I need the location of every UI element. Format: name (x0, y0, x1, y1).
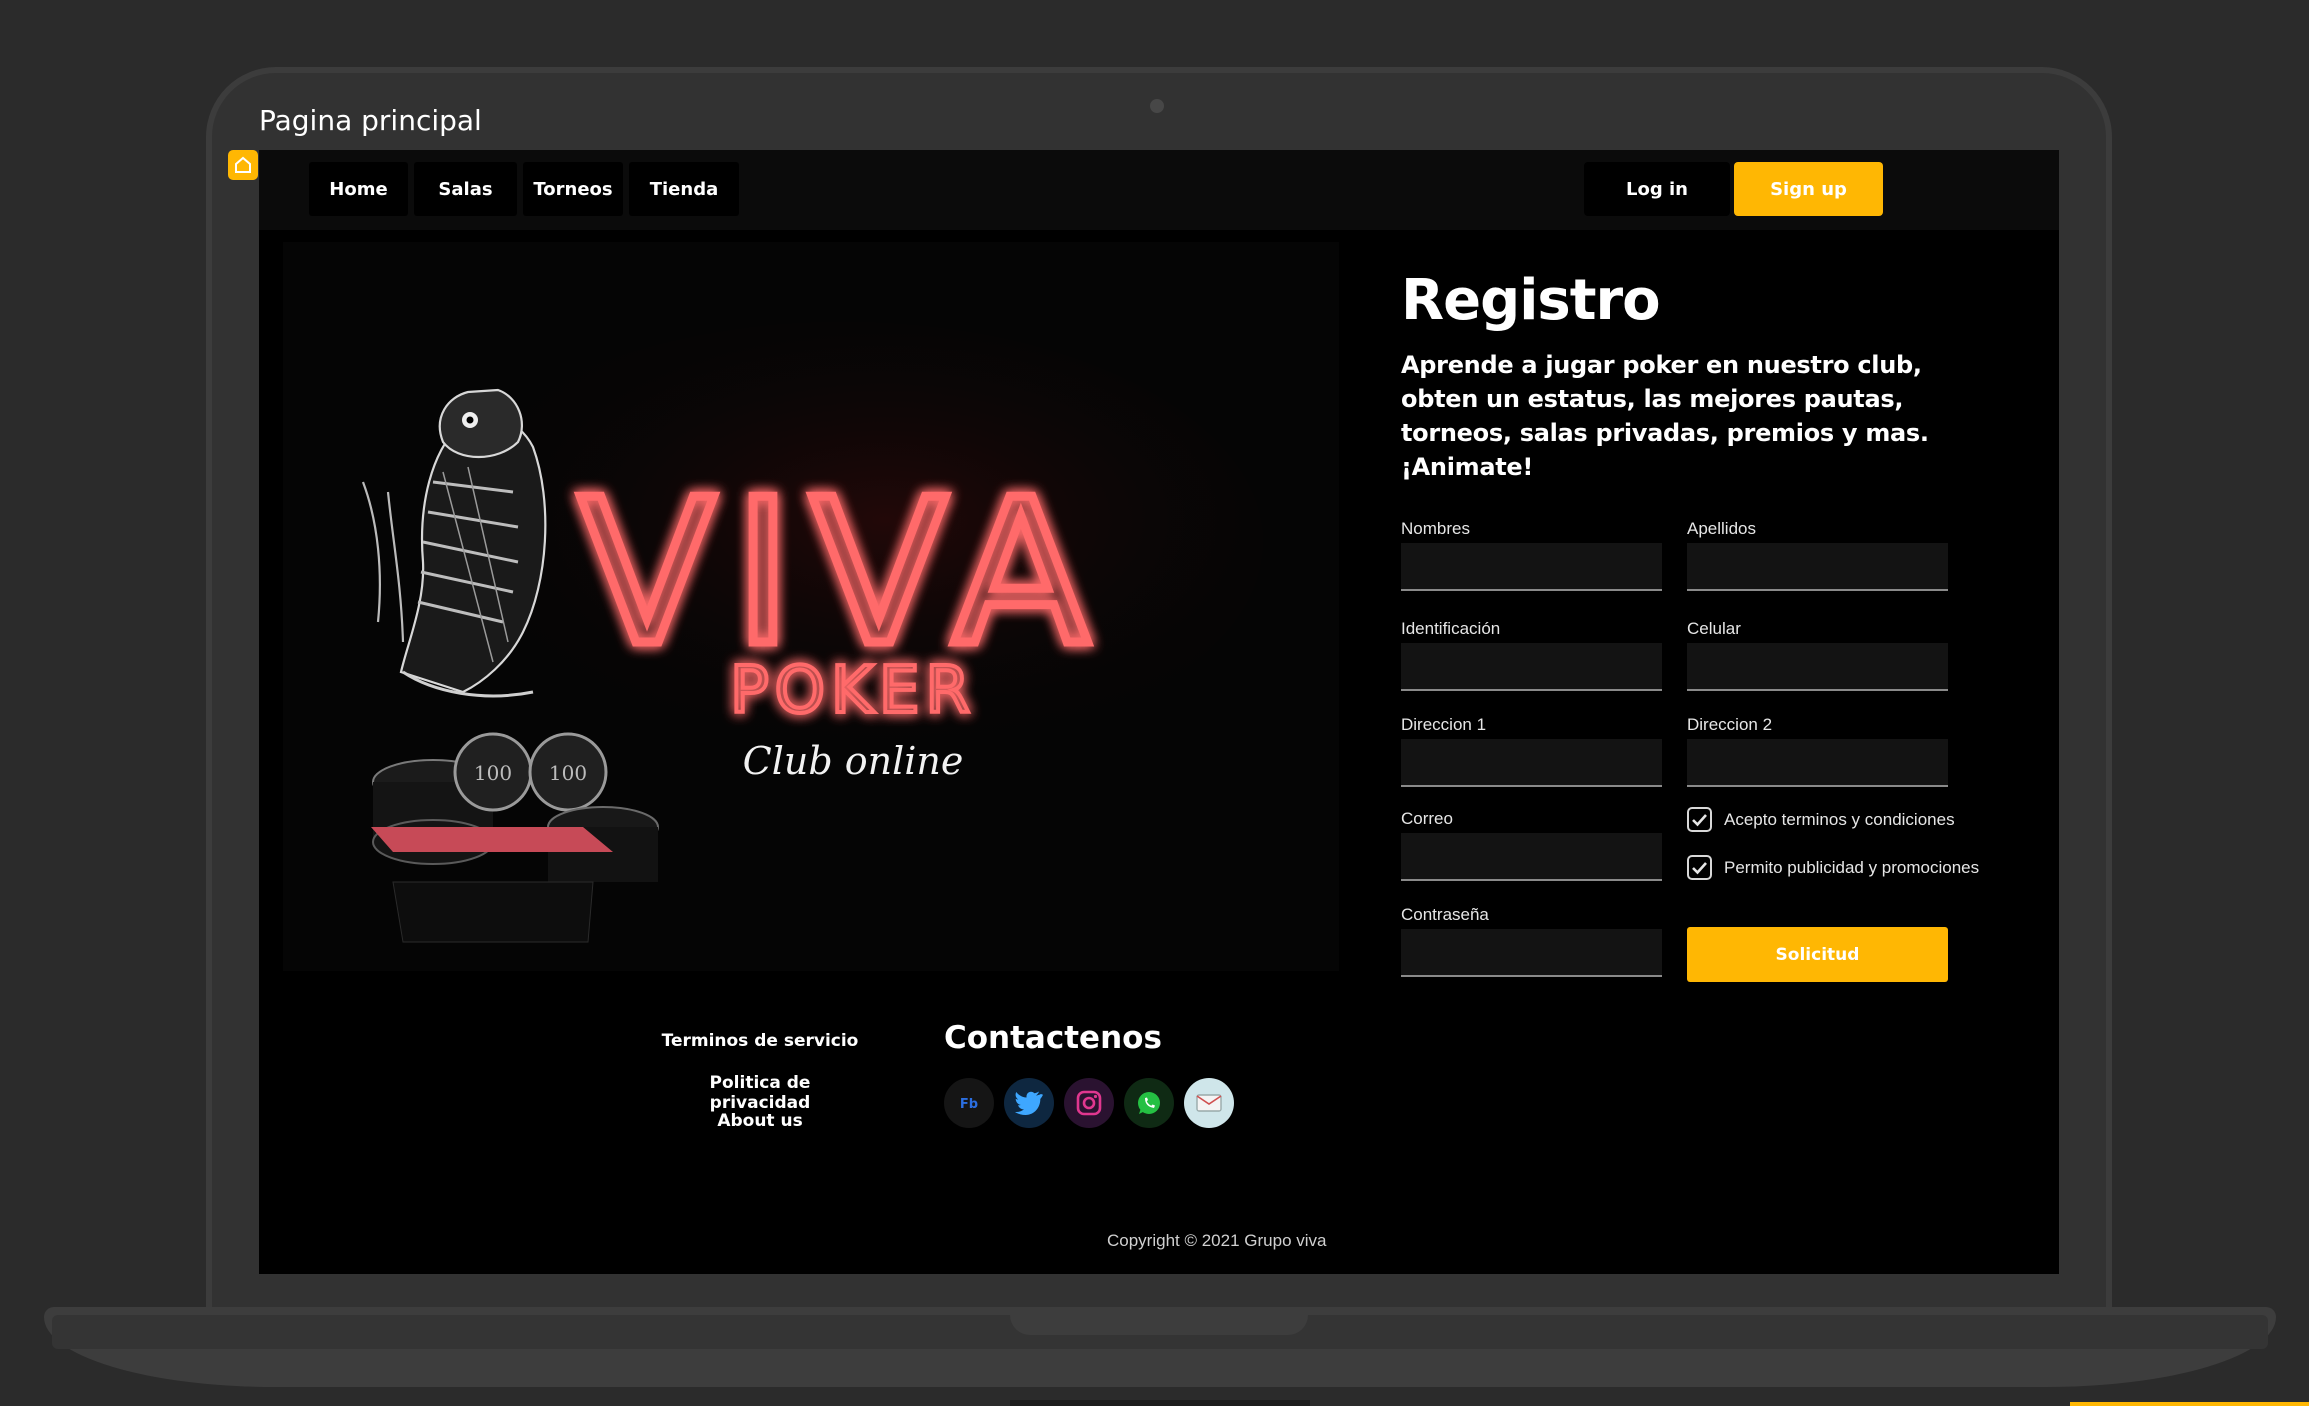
viva-poker-logo: 100 100 VIVA POKER Club online (283, 242, 1339, 971)
twitter-icon[interactable] (1004, 1078, 1054, 1128)
main-nav: Home Salas Torneos Tienda (309, 162, 739, 216)
terminos-label: Acepto terminos y condiciones (1724, 809, 1955, 829)
auth-buttons: Log in Sign up (1584, 162, 1883, 216)
brand-sub: POKER (730, 654, 976, 728)
nav-tienda[interactable]: Tienda (629, 162, 739, 216)
publicidad-checkbox-row[interactable]: Permito publicidad y promociones (1687, 855, 1979, 880)
laptop-notch (1010, 1315, 1308, 1335)
contrasena-field[interactable] (1401, 929, 1662, 977)
footer-link-privacidad[interactable]: Politica de privacidad (660, 1073, 860, 1113)
facebook-icon[interactable]: Fb (944, 1078, 994, 1128)
solicitud-button[interactable]: Solicitud (1687, 927, 1948, 982)
nav-torneos[interactable]: Torneos (523, 162, 623, 216)
correo-label: Correo (1401, 809, 1453, 828)
nombres-field[interactable] (1401, 543, 1662, 591)
hero-logo-panel: 100 100 VIVA POKER Club online (283, 242, 1339, 971)
check-icon (1692, 813, 1707, 826)
home-icon[interactable] (228, 150, 258, 180)
copyright-text: Copyright © 2021 Grupo viva (1107, 1231, 1327, 1250)
terminos-checkbox-row[interactable]: Acepto terminos y condiciones (1687, 807, 1955, 832)
svg-text:100: 100 (474, 761, 512, 785)
laptop-foot (1010, 1400, 1310, 1406)
footer-link-about[interactable]: About us (660, 1111, 860, 1131)
celular-field[interactable] (1687, 643, 1948, 691)
instagram-icon[interactable] (1064, 1078, 1114, 1128)
registro-title: Registro (1401, 268, 1661, 333)
email-icon[interactable] (1184, 1078, 1234, 1128)
social-links: Fb (944, 1078, 1234, 1128)
nav-home[interactable]: Home (309, 162, 408, 216)
top-navbar: Home Salas Torneos Tienda Log in Sign up (259, 150, 2059, 230)
publicidad-label: Permito publicidad y promociones (1724, 857, 1980, 877)
footer-link-terminos[interactable]: Terminos de servicio (660, 1031, 860, 1051)
check-icon (1692, 861, 1707, 874)
celular-label: Celular (1687, 619, 1741, 638)
publicidad-checkbox[interactable] (1687, 855, 1712, 880)
whatsapp-icon[interactable] (1124, 1078, 1174, 1128)
nombres-label: Nombres (1401, 519, 1470, 538)
svg-text:Fb: Fb (960, 1097, 978, 1112)
direccion1-label: Direccion 1 (1401, 715, 1487, 734)
camera-dot (1150, 99, 1164, 113)
nav-salas[interactable]: Salas (414, 162, 517, 216)
screen: Home Salas Torneos Tienda Log in Sign up (259, 150, 2059, 1274)
direccion1-field[interactable] (1401, 739, 1662, 787)
correo-field[interactable] (1401, 833, 1662, 881)
window-title: Pagina principal (259, 104, 482, 137)
apellidos-field[interactable] (1687, 543, 1948, 591)
identificacion-field[interactable] (1401, 643, 1662, 691)
svg-text:100: 100 (549, 761, 587, 785)
contrasena-label: Contraseña (1401, 905, 1489, 924)
identificacion-label: Identificación (1401, 619, 1501, 638)
registro-description: Aprende a jugar poker en nuestro club, o… (1401, 351, 1929, 481)
direccion2-label: Direccion 2 (1687, 715, 1773, 734)
direccion2-field[interactable] (1687, 739, 1948, 787)
contact-title: Contactenos (944, 1020, 1162, 1056)
accent-strip (2070, 1402, 2309, 1406)
brand-tagline: Club online (743, 739, 964, 783)
signup-button[interactable]: Sign up (1734, 162, 1883, 216)
apellidos-label: Apellidos (1687, 519, 1756, 538)
terminos-checkbox[interactable] (1687, 807, 1712, 832)
login-button[interactable]: Log in (1584, 162, 1730, 216)
